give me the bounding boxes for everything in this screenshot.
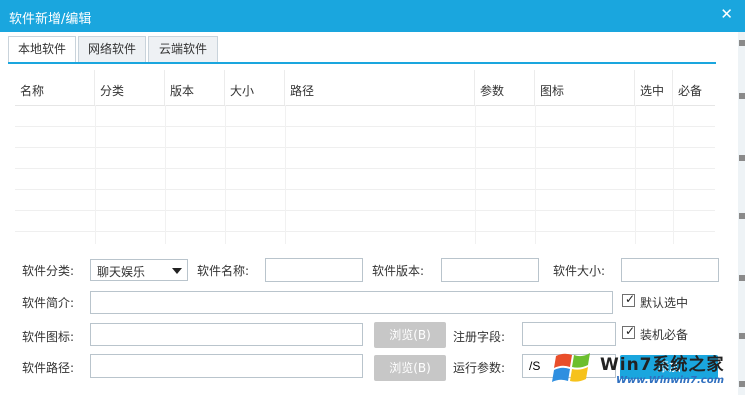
- tab-network-software[interactable]: 网络软件: [78, 36, 146, 62]
- name-label: 软件名称:: [197, 264, 250, 278]
- column-divider: [225, 105, 226, 244]
- title-bar: 软件新增/编辑 ✕: [0, 0, 745, 32]
- column-divider: [635, 105, 636, 244]
- row-divider: [15, 168, 715, 169]
- required-label: 装机必备: [640, 328, 689, 342]
- row-divider: [15, 126, 715, 127]
- column-header-category[interactable]: 分类: [95, 70, 165, 105]
- row-divider: [15, 147, 715, 148]
- checkmark-icon: ✓: [625, 324, 636, 338]
- intro-input[interactable]: [90, 291, 613, 314]
- close-icon[interactable]: ✕: [720, 5, 733, 23]
- watermark-title: Win7系统之家: [600, 355, 725, 375]
- name-input[interactable]: [265, 258, 363, 282]
- browse-icon-button[interactable]: 浏览(B): [374, 322, 446, 348]
- strip-mark: [739, 333, 745, 339]
- column-header-icon[interactable]: 图标: [535, 70, 635, 105]
- category-select[interactable]: 聊天娱乐: [90, 259, 188, 281]
- version-label: 软件版本:: [372, 264, 425, 278]
- strip-mark: [739, 275, 745, 281]
- column-divider: [285, 105, 286, 244]
- required-checkbox[interactable]: ✓: [622, 324, 636, 339]
- windows-logo-icon: [552, 353, 590, 382]
- background-window-strip: [738, 32, 745, 395]
- register-input[interactable]: [522, 322, 616, 346]
- watermark-url: Www.Winwin7.com: [616, 375, 725, 386]
- browse-path-button[interactable]: 浏览(B): [374, 355, 446, 381]
- column-header-version[interactable]: 版本: [165, 70, 225, 105]
- column-divider: [95, 105, 96, 244]
- column-header-size[interactable]: 大小: [225, 70, 285, 105]
- default-selected-checkbox[interactable]: ✓: [622, 292, 636, 307]
- column-header-name[interactable]: 名称: [15, 70, 95, 105]
- row-divider: [15, 231, 715, 232]
- column-header-required[interactable]: 必备: [673, 70, 715, 105]
- column-divider: [475, 105, 476, 244]
- icon-label: 软件图标:: [22, 330, 75, 344]
- strip-mark: [739, 213, 745, 219]
- register-label: 注册字段:: [453, 330, 506, 344]
- icon-input[interactable]: [90, 323, 363, 346]
- strip-mark: [739, 40, 745, 46]
- software-table[interactable]: 名称 分类 版本 大小 路径 参数 图标 选中 必备: [15, 70, 715, 244]
- intro-label: 软件简介:: [22, 296, 75, 310]
- row-divider: [15, 210, 715, 211]
- default-selected-label: 默认选中: [640, 296, 689, 310]
- size-input[interactable]: [621, 258, 719, 282]
- strip-mark: [739, 93, 745, 99]
- row-divider: [15, 189, 715, 190]
- column-divider: [535, 105, 536, 244]
- size-label: 软件大小:: [553, 264, 606, 278]
- category-select-value: 聊天娱乐: [97, 265, 146, 279]
- column-header-selected[interactable]: 选中: [635, 70, 673, 105]
- tab-cloud-software[interactable]: 云端软件: [148, 36, 218, 62]
- checkmark-icon: ✓: [625, 292, 636, 306]
- tab-underline: [8, 62, 716, 64]
- path-label: 软件路径:: [22, 361, 75, 375]
- chevron-down-icon: [172, 268, 182, 274]
- params-label: 运行参数:: [453, 361, 506, 375]
- table-header: 名称 分类 版本 大小 路径 参数 图标 选中 必备: [15, 70, 715, 106]
- tab-local-software[interactable]: 本地软件: [8, 36, 76, 63]
- watermark: Win7系统之家 Www.Winwin7.com: [552, 344, 742, 395]
- path-input[interactable]: [90, 354, 363, 378]
- version-input[interactable]: [441, 258, 539, 282]
- column-divider: [673, 105, 674, 244]
- strip-mark: [739, 155, 745, 161]
- window-title: 软件新增/编辑: [9, 12, 92, 27]
- category-label: 软件分类:: [22, 264, 75, 278]
- column-divider: [165, 105, 166, 244]
- column-header-path[interactable]: 路径: [285, 70, 475, 105]
- column-header-params[interactable]: 参数: [475, 70, 535, 105]
